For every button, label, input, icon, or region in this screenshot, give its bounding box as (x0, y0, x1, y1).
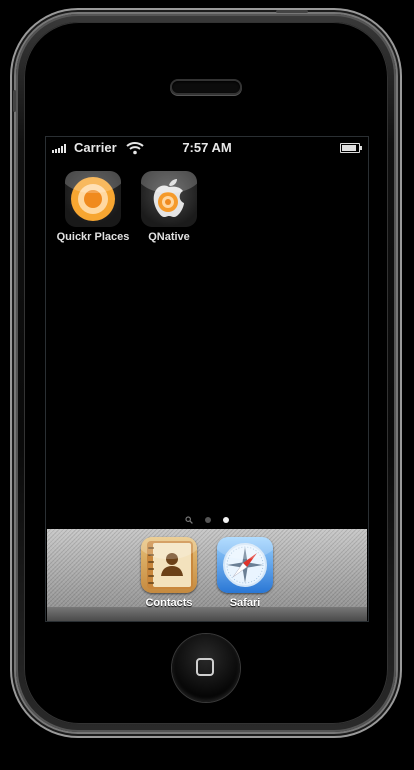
page-dot (205, 517, 211, 523)
app-label: Quickr Places (56, 231, 130, 243)
sleep-button[interactable] (276, 10, 308, 13)
screen: Carrier 7:57 AM Quickr Places QNative Co… (45, 136, 369, 622)
safari-compass-icon (217, 537, 273, 593)
contacts-book-icon (141, 537, 197, 593)
dock: Contacts Safari (47, 529, 367, 621)
app-safari[interactable]: Safari (207, 537, 283, 609)
dock-shelf (47, 607, 367, 621)
app-label: QNative (148, 231, 190, 243)
app-label: Safari (229, 597, 261, 609)
home-button[interactable] (172, 634, 240, 702)
app-label: Contacts (145, 597, 193, 609)
page-indicator[interactable] (46, 515, 368, 524)
battery-icon (340, 143, 362, 153)
volume-button[interactable] (13, 90, 16, 112)
quickr-places-icon (65, 171, 121, 227)
earpiece-speaker (172, 81, 240, 93)
app-qnative[interactable]: QNative (131, 171, 207, 243)
clock: 7:57 AM (182, 140, 232, 155)
home-square-icon (196, 658, 214, 676)
status-bar: Carrier 7:57 AM (46, 137, 368, 159)
page-dot-active (223, 517, 229, 523)
app-quickr-places[interactable]: Quickr Places (55, 171, 131, 243)
app-contacts[interactable]: Contacts (131, 537, 207, 609)
battery-level (342, 145, 356, 151)
qnative-icon (141, 171, 197, 227)
spotlight-search-icon (185, 516, 193, 524)
